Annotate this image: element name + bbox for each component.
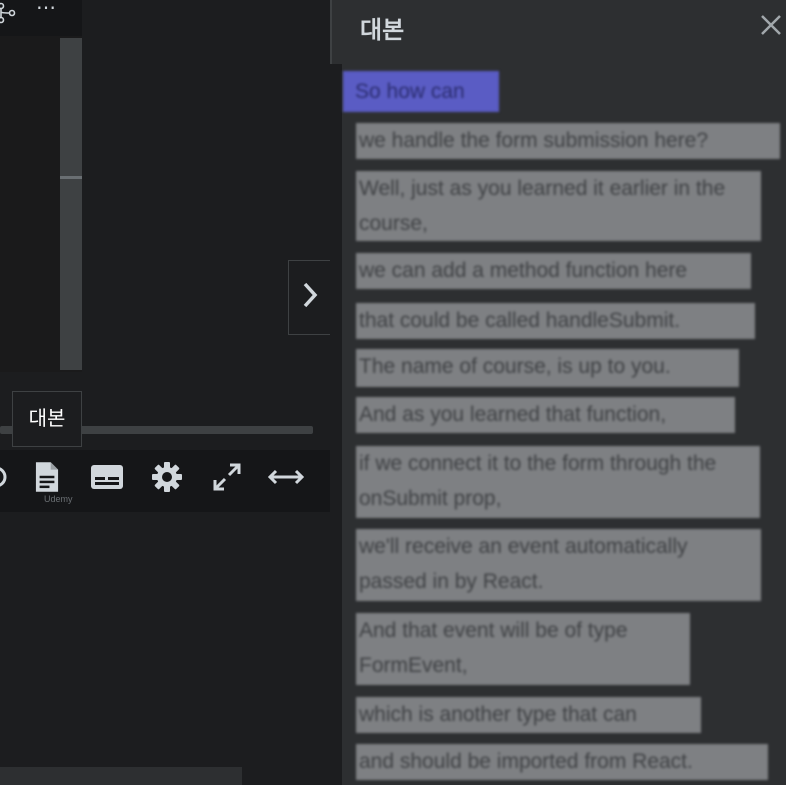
expand-horizontal-icon[interactable] bbox=[268, 459, 304, 495]
transcript-cue[interactable]: which is another type that can bbox=[356, 697, 701, 733]
volume-slider-thumb[interactable] bbox=[60, 176, 82, 179]
transcript-cue[interactable]: we can add a method function here bbox=[356, 253, 751, 289]
player-top-bar: ⋯ bbox=[0, 0, 82, 36]
git-fork-icon[interactable] bbox=[0, 2, 18, 28]
transcript-cue[interactable]: And as you learned that function, bbox=[356, 397, 735, 433]
volume-slider-track[interactable] bbox=[60, 38, 82, 370]
fullscreen-icon[interactable] bbox=[209, 459, 245, 495]
gear-icon[interactable] bbox=[149, 459, 185, 495]
transcript-cue[interactable]: Well, just as you learned it earlier in … bbox=[356, 171, 761, 241]
brand-watermark: Udemy bbox=[44, 494, 73, 504]
chevron-right-icon bbox=[300, 281, 320, 314]
transcript-tooltip: 대본 bbox=[12, 391, 82, 447]
next-lecture-button[interactable] bbox=[288, 260, 330, 335]
transcript-cue[interactable]: The name of course, is up to you. bbox=[356, 349, 739, 387]
close-icon[interactable] bbox=[756, 8, 786, 42]
transcript-title: 대본 bbox=[360, 17, 405, 44]
captions-icon[interactable] bbox=[89, 459, 125, 495]
transcript-cue[interactable]: that could be called handleSubmit. bbox=[356, 303, 755, 339]
transcript-cue[interactable]: we handle the form submission here? bbox=[356, 123, 780, 159]
transcript-cue[interactable]: And that event will be of type FormEvent… bbox=[356, 613, 690, 685]
transcript-cue[interactable]: we'll receive an event automatically pas… bbox=[356, 529, 761, 601]
transcript-cue[interactable]: and should be imported from React. bbox=[356, 744, 768, 780]
volume-icon[interactable] bbox=[0, 459, 14, 495]
transcript-scrollbar[interactable] bbox=[330, 64, 342, 785]
transcript-cue-active[interactable]: So how can bbox=[343, 71, 499, 112]
transcript-icon[interactable] bbox=[29, 459, 65, 495]
more-options-icon[interactable]: ⋯ bbox=[36, 0, 56, 18]
transcript-cue[interactable]: if we connect it to the form through the… bbox=[356, 446, 760, 518]
course-content-bar[interactable] bbox=[0, 767, 242, 785]
